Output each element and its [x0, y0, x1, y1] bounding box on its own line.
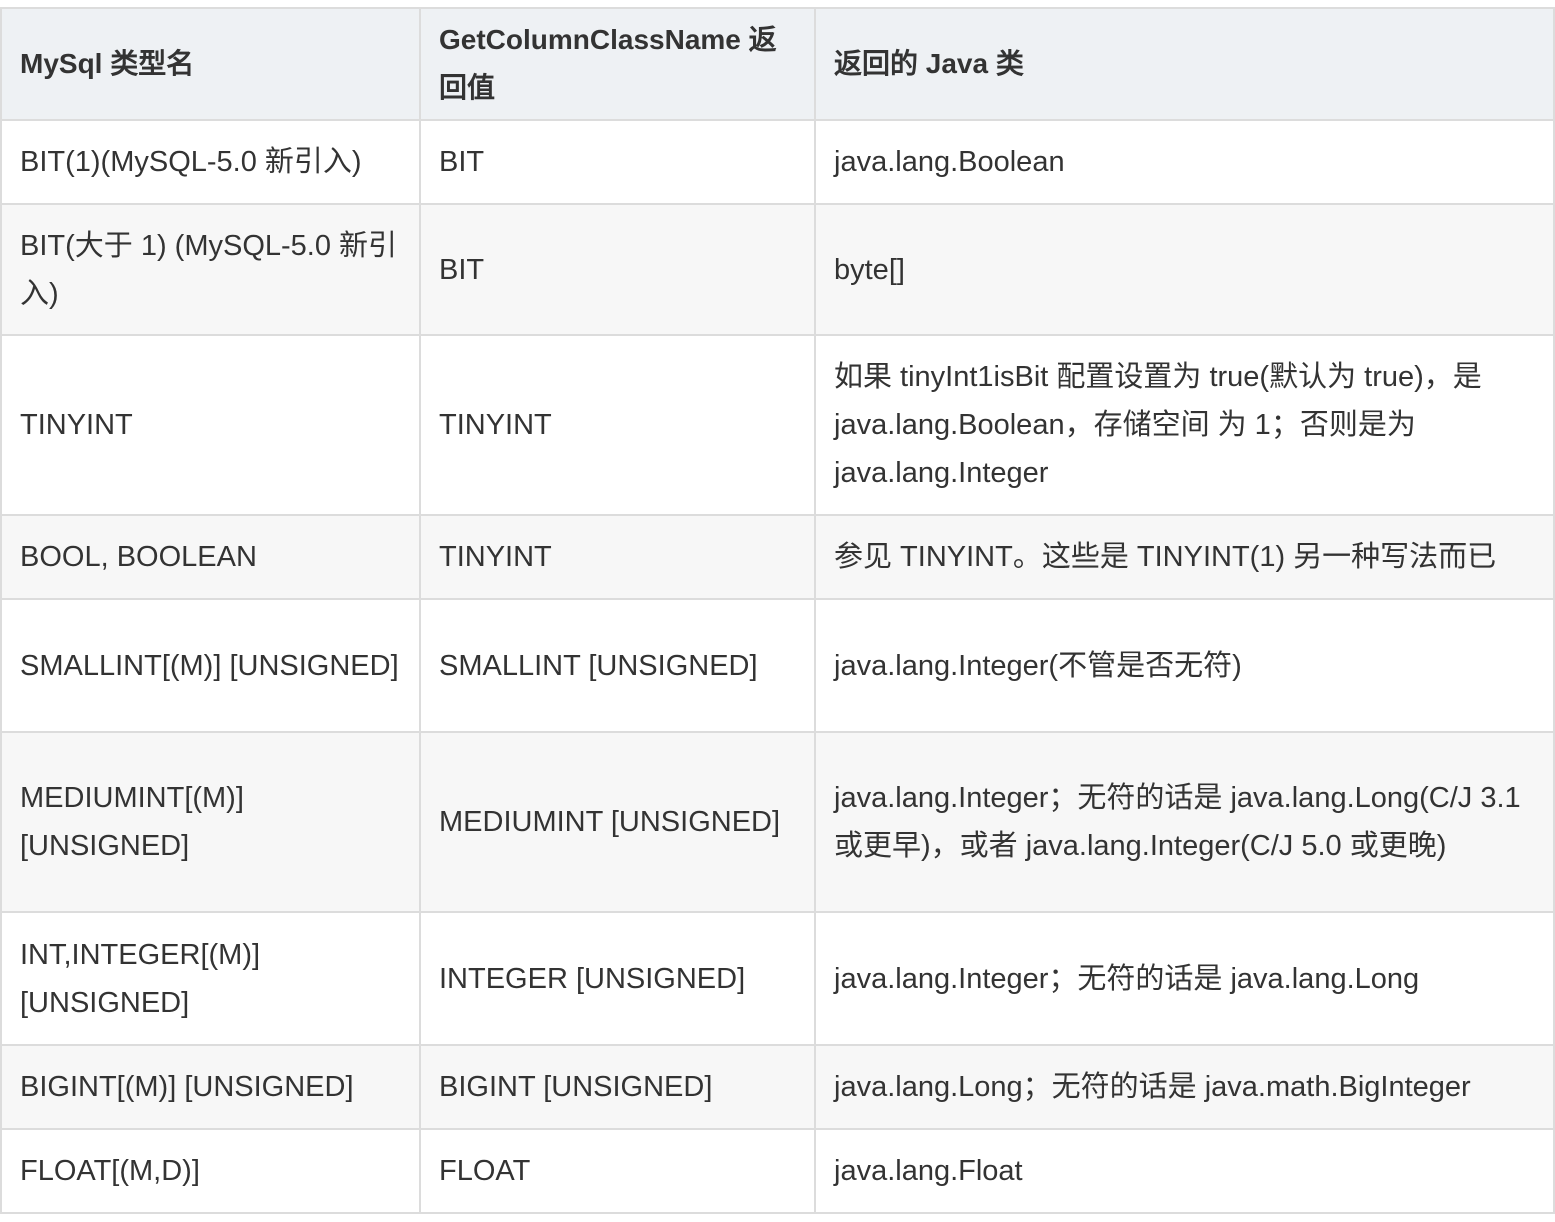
top-margin [0, 0, 1555, 7]
document-page: MySql 类型名 GetColumnClassName 返回值 返回的 Jav… [0, 0, 1555, 1222]
cell-column-class: BIT [419, 119, 816, 205]
cell-java-class: 参见 TINYINT。这些是 TINYINT(1) 另一种写法而已 [814, 514, 1555, 600]
table-row: FLOAT[(M,D)] FLOAT java.lang.Float [0, 1128, 1555, 1214]
cell-column-class: BIGINT [UNSIGNED] [419, 1044, 816, 1130]
cell-column-class: FLOAT [419, 1128, 816, 1214]
table-row: BIT(1)(MySQL-5.0 新引入) BIT java.lang.Bool… [0, 119, 1555, 205]
header-java-class: 返回的 Java 类 [814, 7, 1555, 121]
table-row: MEDIUMINT[(M)] [UNSIGNED] MEDIUMINT [UNS… [0, 731, 1555, 913]
cell-column-class: SMALLINT [UNSIGNED] [419, 598, 816, 733]
cell-mysql-type: FLOAT[(M,D)] [0, 1128, 421, 1214]
cell-java-class: 如果 tinyInt1isBit 配置设置为 true(默认为 true)，是 … [814, 334, 1555, 516]
table-header-row: MySql 类型名 GetColumnClassName 返回值 返回的 Jav… [0, 7, 1555, 121]
cell-java-class: java.lang.Integer；无符的话是 java.lang.Long(C… [814, 731, 1555, 913]
cell-mysql-type: BIT(1)(MySQL-5.0 新引入) [0, 119, 421, 205]
cell-java-class: java.lang.Integer；无符的话是 java.lang.Long [814, 911, 1555, 1046]
cell-mysql-type: BIGINT[(M)] [UNSIGNED] [0, 1044, 421, 1130]
cell-java-class: java.lang.Float [814, 1128, 1555, 1214]
cell-column-class: TINYINT [419, 334, 816, 516]
cell-java-class: java.lang.Long；无符的话是 java.math.BigIntege… [814, 1044, 1555, 1130]
table-row: BOOL, BOOLEAN TINYINT 参见 TINYINT。这些是 TIN… [0, 514, 1555, 600]
table-row: SMALLINT[(M)] [UNSIGNED] SMALLINT [UNSIG… [0, 598, 1555, 733]
cell-mysql-type: INT,INTEGER[(M)] [UNSIGNED] [0, 911, 421, 1046]
cell-mysql-type: BIT(大于 1) (MySQL-5.0 新引入) [0, 203, 421, 336]
header-getcolumnclassname: GetColumnClassName 返回值 [419, 7, 816, 121]
cell-mysql-type: BOOL, BOOLEAN [0, 514, 421, 600]
cell-mysql-type: MEDIUMINT[(M)] [UNSIGNED] [0, 731, 421, 913]
cell-column-class: INTEGER [UNSIGNED] [419, 911, 816, 1046]
mysql-java-type-mapping-table: MySql 类型名 GetColumnClassName 返回值 返回的 Jav… [0, 7, 1555, 1214]
cell-column-class: MEDIUMINT [UNSIGNED] [419, 731, 816, 913]
cell-java-class: java.lang.Boolean [814, 119, 1555, 205]
cell-mysql-type: SMALLINT[(M)] [UNSIGNED] [0, 598, 421, 733]
table-row: INT,INTEGER[(M)] [UNSIGNED] INTEGER [UNS… [0, 911, 1555, 1046]
header-mysql-type: MySql 类型名 [0, 7, 421, 121]
cell-mysql-type: TINYINT [0, 334, 421, 516]
table-row: BIT(大于 1) (MySQL-5.0 新引入) BIT byte[] [0, 203, 1555, 336]
cell-java-class: byte[] [814, 203, 1555, 336]
cell-java-class: java.lang.Integer(不管是否无符) [814, 598, 1555, 733]
table-row: TINYINT TINYINT 如果 tinyInt1isBit 配置设置为 t… [0, 334, 1555, 516]
table-row: BIGINT[(M)] [UNSIGNED] BIGINT [UNSIGNED]… [0, 1044, 1555, 1130]
cell-column-class: TINYINT [419, 514, 816, 600]
cell-column-class: BIT [419, 203, 816, 336]
